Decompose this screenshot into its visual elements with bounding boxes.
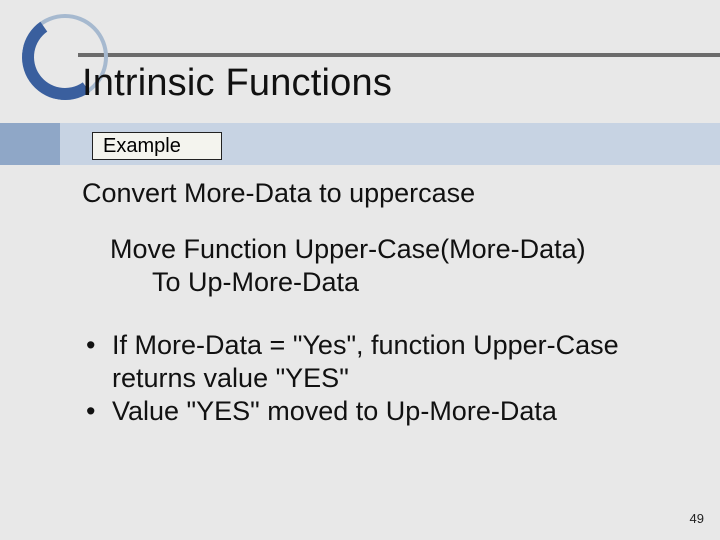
- list-item: Value "YES" moved to Up-More-Data: [86, 395, 688, 428]
- example-label-box: Example: [92, 132, 222, 160]
- page-number: 49: [690, 511, 704, 526]
- bullet-text: Value "YES" moved to Up-More-Data: [112, 396, 557, 426]
- slide: Intrinsic Functions Example Convert More…: [0, 0, 720, 540]
- slide-body: Convert More-Data to uppercase Move Func…: [82, 178, 688, 428]
- slide-title: Intrinsic Functions: [82, 62, 392, 105]
- list-item: If More-Data = "Yes", function Upper-Cas…: [86, 329, 688, 395]
- code-line: Move Function Upper-Case(More-Data): [110, 233, 688, 266]
- code-line: To Up-More-Data: [152, 266, 688, 299]
- example-label: Example: [103, 135, 181, 158]
- header-band-accent: [0, 123, 60, 165]
- bullet-list: If More-Data = "Yes", function Upper-Cas…: [82, 329, 688, 428]
- title-rule: [78, 53, 720, 57]
- code-block: Move Function Upper-Case(More-Data) To U…: [110, 233, 688, 299]
- subtitle: Convert More-Data to uppercase: [82, 178, 688, 209]
- bullet-text: If More-Data = "Yes", function Upper-Cas…: [112, 330, 619, 393]
